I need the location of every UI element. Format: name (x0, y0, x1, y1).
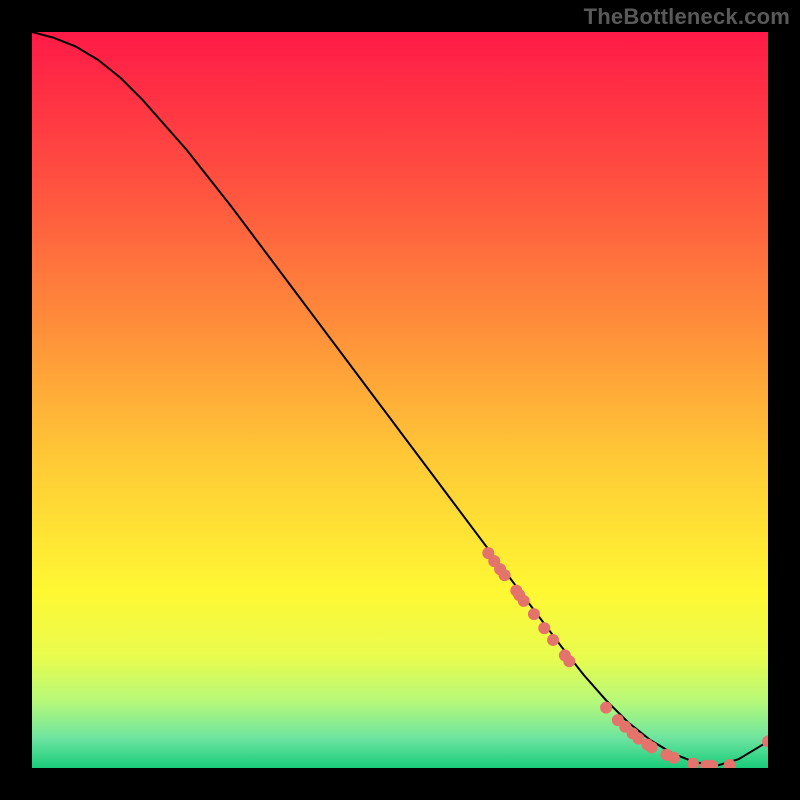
chart-frame: TheBottleneck.com (0, 0, 800, 800)
data-point (499, 569, 511, 581)
data-point (600, 702, 612, 714)
data-point (547, 634, 559, 646)
data-point (668, 752, 680, 764)
data-point (518, 595, 530, 607)
chart-svg (32, 32, 768, 768)
plot-area (32, 32, 768, 768)
data-point (538, 622, 550, 634)
data-point (563, 655, 575, 667)
gradient-background (32, 32, 768, 768)
data-point (646, 741, 658, 753)
data-point (528, 608, 540, 620)
watermark-text: TheBottleneck.com (584, 4, 790, 30)
